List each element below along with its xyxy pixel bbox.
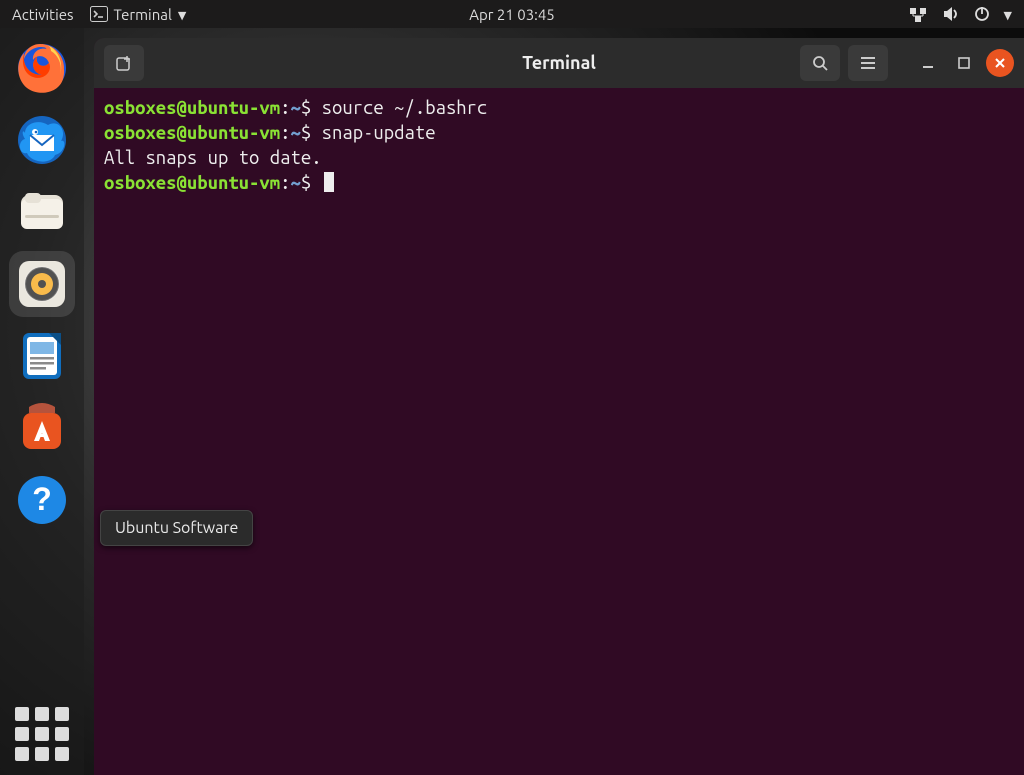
maximize-icon	[957, 56, 971, 70]
chevron-down-icon: ▼	[178, 9, 186, 22]
new-tab-button[interactable]	[104, 45, 144, 81]
dock-item-files[interactable]	[12, 182, 72, 242]
top-bar: Activities Terminal ▼ Apr 21 03:45 ▼	[0, 0, 1024, 28]
new-tab-icon	[115, 54, 133, 72]
search-icon	[811, 54, 829, 72]
dock-item-rhythmbox[interactable]	[12, 254, 72, 314]
clock[interactable]: Apr 21 03:45	[469, 6, 555, 23]
minimize-icon	[921, 56, 935, 70]
activities-button[interactable]: Activities	[12, 6, 74, 23]
dock-tooltip: Ubuntu Software	[100, 510, 253, 546]
dock-item-firefox[interactable]	[12, 38, 72, 98]
hamburger-icon	[859, 56, 877, 70]
titlebar: Terminal	[94, 38, 1024, 88]
dock: ?	[0, 28, 84, 775]
svg-text:?: ?	[32, 481, 52, 517]
dock-item-ubuntu-software[interactable]	[12, 398, 72, 458]
hamburger-menu-button[interactable]	[848, 45, 888, 81]
power-icon[interactable]	[974, 6, 990, 22]
volume-icon[interactable]	[942, 6, 960, 22]
network-icon[interactable]	[908, 5, 928, 23]
search-button[interactable]	[800, 45, 840, 81]
terminal-icon	[90, 6, 108, 22]
terminal-window: Terminal osboxes@ubuntu-vm:~$ source ~/.…	[94, 38, 1024, 775]
minimize-button[interactable]	[914, 49, 942, 77]
dock-item-libreoffice-writer[interactable]	[12, 326, 72, 386]
app-menu[interactable]: Terminal ▼	[90, 6, 187, 23]
system-menu-chevron-icon[interactable]: ▼	[1004, 9, 1012, 22]
close-button[interactable]	[986, 49, 1014, 77]
app-menu-label: Terminal	[114, 6, 172, 23]
show-applications-button[interactable]	[15, 707, 69, 761]
dock-item-help[interactable]: ?	[12, 470, 72, 530]
window-title: Terminal	[522, 53, 596, 73]
dock-item-thunderbird[interactable]	[12, 110, 72, 170]
close-icon	[993, 56, 1007, 70]
terminal-body[interactable]: osboxes@ubuntu-vm:~$ source ~/.bashrcosb…	[94, 88, 1024, 775]
maximize-button[interactable]	[950, 49, 978, 77]
